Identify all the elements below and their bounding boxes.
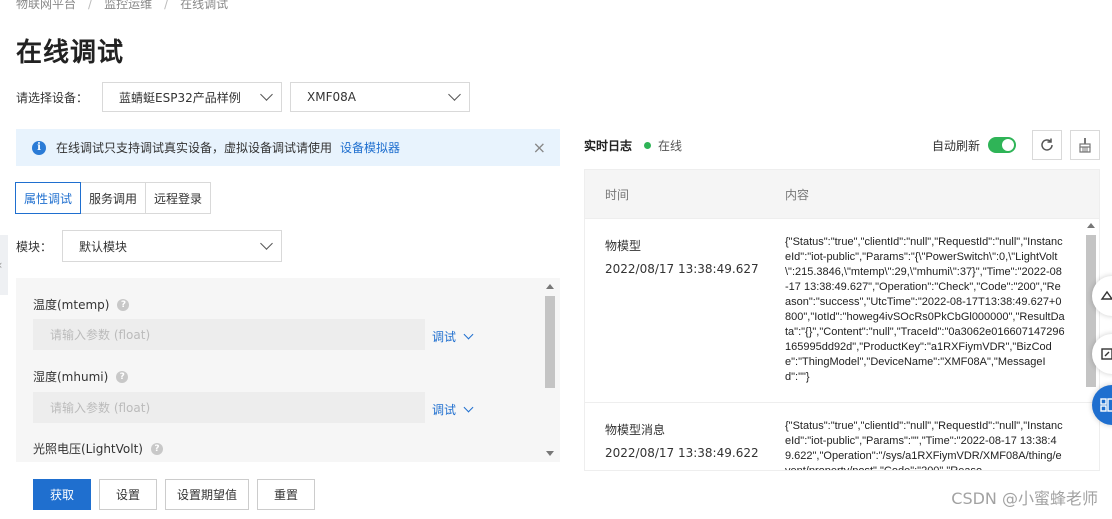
tab-service-call[interactable]: 服务调用 <box>80 182 147 214</box>
edit-icon <box>1101 348 1112 360</box>
property-name: 温度(mtemp) <box>33 298 110 312</box>
log-content: {"Status":"true","clientId":"null","Requ… <box>785 236 1065 383</box>
refresh-icon <box>1041 138 1053 151</box>
info-icon: i <box>32 140 46 155</box>
scroll-down-icon[interactable] <box>546 451 554 456</box>
chevron-down-icon <box>260 237 273 250</box>
set-button[interactable]: 设置 <box>99 479 157 510</box>
breadcrumb: 物联网平台 / 监控运维 / 在线调试 <box>16 0 228 12</box>
grid-icon <box>1100 398 1112 412</box>
breadcrumb-separator: / <box>88 0 93 11</box>
property-list: 温度(mtemp) ? 请输入参数 (float) 调试 湿度(mhumi) ?… <box>16 278 560 462</box>
mhumi-input[interactable]: 请输入参数 (float) <box>33 392 425 423</box>
refresh-button[interactable] <box>1032 130 1062 160</box>
chevron-down-icon <box>260 88 273 101</box>
mtemp-input[interactable]: 请输入参数 (float) <box>33 319 425 350</box>
property-label-lightvolt: 光照电压(LightVolt) ? <box>33 440 163 457</box>
collapse-sidebar-handle[interactable]: ‹ <box>0 235 8 295</box>
property-list-scrollbar[interactable] <box>544 280 556 460</box>
chevron-left-icon: ‹ <box>0 258 2 272</box>
auto-refresh-toggle[interactable] <box>988 137 1016 153</box>
log-type: 物模型消息 <box>605 423 666 437</box>
page-title: 在线调试 <box>16 38 125 68</box>
help-icon[interactable]: ? <box>116 370 129 383</box>
breadcrumb-item[interactable]: 监控运维 <box>104 0 152 11</box>
scrollbar-thumb[interactable] <box>545 296 555 388</box>
log-content: {"Status":"true","clientId":"null","Requ… <box>785 420 1063 471</box>
clear-log-button[interactable] <box>1070 130 1100 160</box>
online-status: 在线 <box>658 138 683 153</box>
property-label-mtemp: 温度(mtemp) ? <box>33 296 130 313</box>
log-table: 时间 内容 物模型 2022/08/17 13:38:49.627 {"Stat… <box>584 169 1100 471</box>
scroll-up-icon[interactable] <box>1087 223 1095 228</box>
log-timestamp: 2022/08/17 13:38:49.622 <box>605 446 759 460</box>
debug-tabs: 属性调试 服务调用 远程登录 <box>15 182 212 214</box>
tab-remote-login[interactable]: 远程登录 <box>145 182 212 214</box>
module-select-value: 默认模块 <box>79 239 128 254</box>
table-row[interactable]: 物模型 2022/08/17 13:38:49.627 {"Status":"t… <box>585 218 1099 402</box>
tab-property-debug[interactable]: 属性调试 <box>15 182 82 214</box>
chevron-down-icon <box>463 402 474 413</box>
get-button[interactable]: 获取 <box>33 479 91 510</box>
log-time-cell: 物模型 2022/08/17 13:38:49.627 <box>585 219 785 402</box>
help-icon[interactable]: ? <box>117 298 130 311</box>
notice-text: 在线调试只支持调试真实设备，虚拟设备调试请使用 <box>56 141 333 155</box>
breadcrumb-current: 在线调试 <box>180 0 229 11</box>
broom-icon <box>1079 138 1091 153</box>
module-select[interactable]: 默认模块 <box>62 230 283 262</box>
property-label-mhumi: 湿度(mhumi) ? <box>33 368 129 385</box>
close-icon[interactable]: × <box>533 138 546 157</box>
mtemp-debug-button[interactable]: 调试 <box>432 328 474 345</box>
property-actions: 获取 设置 设置期望值 重置 <box>33 479 323 510</box>
breadcrumb-separator: / <box>164 0 169 11</box>
log-type: 物模型 <box>605 239 642 253</box>
debug-label: 调试 <box>432 403 457 417</box>
table-row[interactable]: 物模型消息 2022/08/17 13:38:49.622 {"Status":… <box>585 402 1099 471</box>
device-simulator-link[interactable]: 设备模拟器 <box>340 139 400 156</box>
chevron-down-icon <box>463 329 474 340</box>
log-title: 实时日志 <box>584 138 633 153</box>
online-status-dot <box>644 141 652 149</box>
log-time-cell: 物模型消息 2022/08/17 13:38:49.622 <box>585 403 785 470</box>
device-select-value: XMF08A <box>307 90 356 104</box>
device-select-label: 请选择设备： <box>16 90 89 105</box>
column-header-time: 时间 <box>605 187 630 202</box>
mhumi-debug-button[interactable]: 调试 <box>432 401 474 418</box>
column-header-content: 内容 <box>785 187 810 202</box>
set-expected-button[interactable]: 设置期望值 <box>165 479 249 510</box>
device-select-row: 请选择设备： 蓝蜻蜓ESP32产品样例 XMF08A <box>16 82 471 112</box>
log-timestamp: 2022/08/17 13:38:49.627 <box>605 262 759 276</box>
notice-banner: i 在线调试只支持调试真实设备，虚拟设备调试请使用 设备模拟器 × <box>16 129 560 166</box>
chevron-down-icon <box>448 88 461 101</box>
watermark: CSDN @小蜜蜂老师 <box>951 489 1098 508</box>
product-select[interactable]: 蓝蜻蜓ESP32产品样例 <box>102 82 283 112</box>
log-table-header: 时间 内容 <box>585 170 1099 218</box>
log-header: 实时日志 在线 自动刷新 <box>584 130 1100 160</box>
help-icon[interactable]: ? <box>150 442 163 455</box>
breadcrumb-item[interactable]: 物联网平台 <box>16 0 76 11</box>
property-name: 湿度(mhumi) <box>33 370 109 384</box>
reset-button[interactable]: 重置 <box>257 479 315 510</box>
module-label: 模块： <box>16 239 53 254</box>
property-name: 光照电压(LightVolt) <box>33 442 143 456</box>
cloud-icon <box>1100 290 1112 300</box>
debug-label: 调试 <box>432 330 457 344</box>
auto-refresh-label: 自动刷新 <box>931 138 980 153</box>
scroll-up-icon[interactable] <box>546 284 554 289</box>
module-row: 模块： 默认模块 <box>16 230 283 262</box>
device-select[interactable]: XMF08A <box>290 82 471 112</box>
product-select-value: 蓝蜻蜓ESP32产品样例 <box>119 90 241 105</box>
